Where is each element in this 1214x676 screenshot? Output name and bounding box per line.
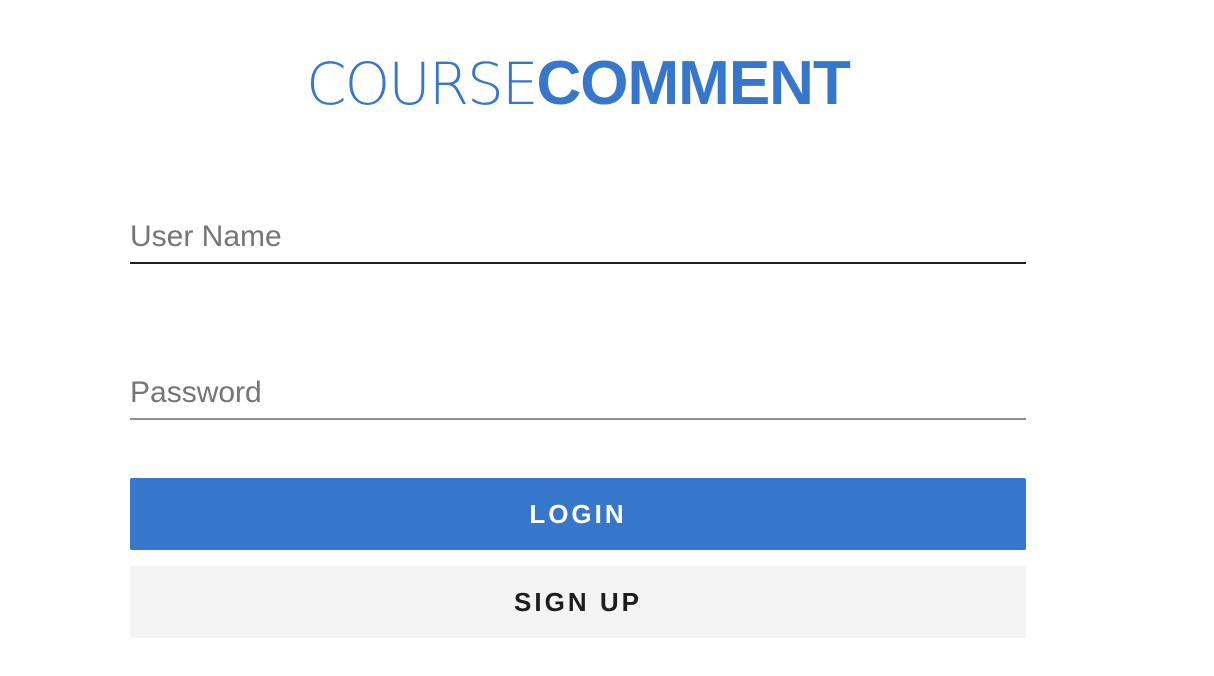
password-field-container <box>130 358 1026 420</box>
logo-bold-text: COMMENT <box>536 49 851 118</box>
signup-button[interactable]: SIGN UP <box>130 566 1026 638</box>
app-logo: COURSECOMMENT <box>130 48 1026 120</box>
logo-light-text: COURSE <box>306 50 538 118</box>
username-input[interactable] <box>130 202 1026 262</box>
login-button[interactable]: LOGIN <box>130 478 1026 550</box>
username-field-container <box>130 202 1026 264</box>
password-input[interactable] <box>130 358 1026 418</box>
